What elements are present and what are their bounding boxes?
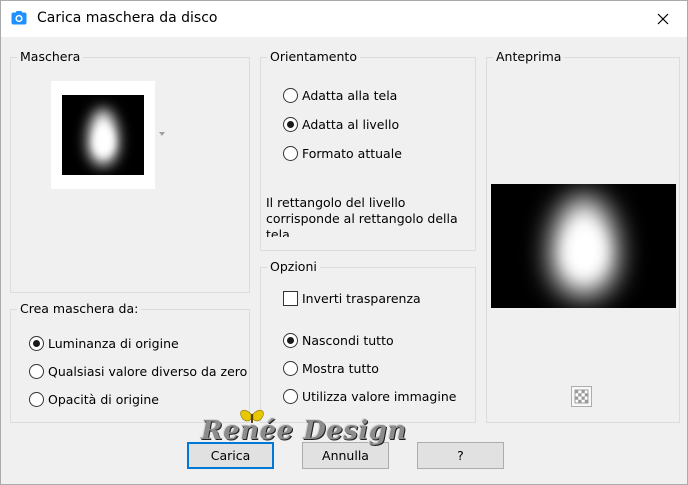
radio-current-size[interactable]: Formato attuale — [283, 146, 402, 161]
create-mask-group-label: Crea maschera da: — [17, 302, 142, 316]
radio-label: Qualsiasi valore diverso da zero — [48, 364, 248, 379]
preview-group-label: Anteprima — [493, 50, 565, 64]
radio-button[interactable] — [283, 389, 298, 404]
invert-transparency-checkbox[interactable]: Inverti trasparenza — [283, 291, 421, 306]
mask-group-label: Maschera — [17, 50, 84, 64]
radio-label: Luminanza di origine — [48, 336, 179, 351]
radio-button[interactable] — [29, 392, 44, 407]
radio-use-image-value[interactable]: Utilizza valore immagine — [283, 389, 456, 404]
radio-fit-layer[interactable]: Adatta al livello — [283, 117, 399, 132]
checkbox-box[interactable] — [283, 291, 298, 306]
dialog-window: Carica maschera da disco Maschera Crea m… — [0, 0, 688, 485]
watermark-text: Renée Design — [201, 416, 407, 446]
radio-button[interactable] — [29, 336, 44, 351]
options-group-label: Opzioni — [267, 260, 320, 274]
camera-app-icon — [11, 11, 27, 25]
radio-button[interactable] — [283, 88, 298, 103]
title-bar: Carica maschera da disco — [1, 1, 687, 37]
orientation-info-text: Il rettangolo del livello corrisponde al… — [266, 195, 458, 237]
radio-fit-canvas[interactable]: Adatta alla tela — [283, 88, 397, 103]
radio-label: Nascondi tutto — [302, 333, 394, 348]
radio-show-all[interactable]: Mostra tutto — [283, 361, 379, 376]
orientation-group-label: Orientamento — [267, 50, 360, 64]
radio-button[interactable] — [283, 333, 298, 348]
chevron-down-icon[interactable] — [159, 132, 165, 136]
radio-source-luminance[interactable]: Luminanza di origine — [29, 336, 179, 351]
radio-button[interactable] — [283, 117, 298, 132]
radio-hide-all[interactable]: Nascondi tutto — [283, 333, 394, 348]
radio-source-opacity[interactable]: Opacità di origine — [29, 392, 159, 407]
mask-thumbnail-selector[interactable] — [51, 81, 155, 189]
preview-image — [491, 184, 676, 308]
radio-button[interactable] — [283, 146, 298, 161]
renee-design-watermark: Renée Design — [201, 406, 406, 450]
close-icon[interactable] — [647, 3, 679, 35]
transparency-grid-icon — [574, 389, 589, 404]
radio-label: Adatta al livello — [302, 117, 400, 132]
radio-any-nonzero[interactable]: Qualsiasi valore diverso da zero — [29, 364, 247, 379]
radio-label: Mostra tutto — [302, 361, 379, 376]
window-title: Carica maschera da disco — [37, 10, 218, 26]
checkbox-label: Inverti trasparenza — [302, 291, 421, 306]
radio-label: Opacità di origine — [48, 392, 159, 407]
mask-thumbnail-image — [62, 95, 144, 175]
radio-button[interactable] — [283, 361, 298, 376]
radio-label: Adatta alla tela — [302, 88, 398, 103]
radio-button[interactable] — [29, 364, 44, 379]
radio-label: Utilizza valore immagine — [302, 389, 457, 404]
checkerboard-icon[interactable] — [571, 386, 592, 407]
help-button[interactable]: ? — [417, 442, 504, 469]
radio-label: Formato attuale — [302, 146, 402, 161]
